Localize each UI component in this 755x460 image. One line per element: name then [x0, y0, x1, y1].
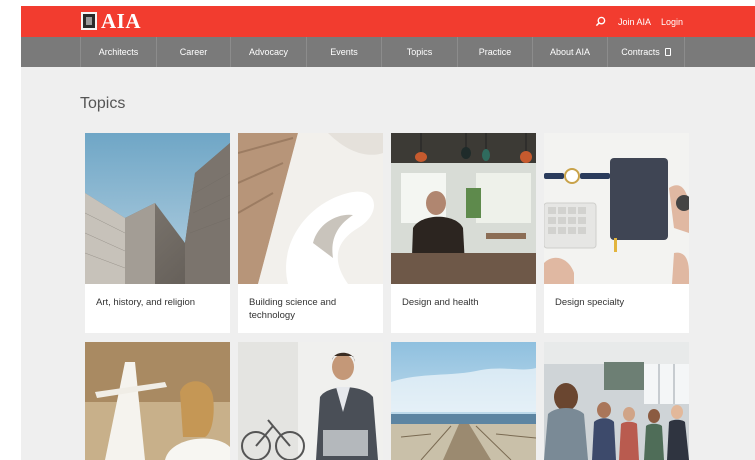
- topic-image-architecture-facade: [85, 133, 230, 284]
- nav-item-about-aia[interactable]: About AIA: [532, 37, 607, 67]
- nav-item-label: About AIA: [549, 47, 591, 57]
- topic-card-art-history-religion[interactable]: Art, history, and religion: [85, 133, 230, 333]
- top-actions: Join AIA Login: [594, 6, 683, 37]
- nav-item-label: Practice: [478, 47, 512, 57]
- nav-item-topics[interactable]: Topics: [381, 37, 457, 67]
- main-nav: Architects Career Advocacy Events Topics…: [21, 37, 755, 67]
- topic-image-classroom-students: [544, 342, 689, 460]
- topic-card-design-health[interactable]: Design and health: [391, 133, 536, 333]
- logo-text: AIA: [101, 8, 142, 33]
- top-bar: AIA Join AIA Login: [21, 6, 755, 37]
- aia-emblem-icon: [81, 12, 97, 30]
- topic-card-design-specialty[interactable]: Design specialty: [544, 133, 689, 333]
- topic-card-row2-1[interactable]: [85, 342, 230, 460]
- join-aia-link[interactable]: Join AIA: [618, 17, 651, 27]
- nav-item-label: Events: [330, 47, 358, 57]
- nav-item-contracts[interactable]: Contracts: [607, 37, 685, 67]
- page-title: Topics: [80, 95, 126, 112]
- topic-card-label: Art, history, and religion: [96, 297, 196, 308]
- browser-viewport: AIA Join AIA Login Architects Career Adv…: [21, 6, 755, 460]
- external-link-icon: [664, 48, 671, 56]
- topic-card-row2-3[interactable]: [391, 342, 536, 460]
- nav-item-label: Advocacy: [248, 47, 289, 57]
- nav-item-label: Career: [179, 47, 208, 57]
- topic-image-boardwalk-beach: [391, 342, 536, 460]
- topic-image-desk-notebook: [544, 133, 689, 284]
- topic-image-model-woman: [85, 342, 230, 460]
- nav-item-architects[interactable]: Architects: [80, 37, 156, 67]
- aia-logo[interactable]: AIA: [81, 8, 142, 33]
- nav-item-advocacy[interactable]: Advocacy: [230, 37, 306, 67]
- topic-card-row2-4[interactable]: [544, 342, 689, 460]
- topic-image-cafe-interior: [391, 133, 536, 284]
- topic-card-building-science[interactable]: Building science and technology: [238, 133, 383, 333]
- topic-card-label: Building science and technology: [249, 297, 337, 321]
- nav-item-practice[interactable]: Practice: [457, 37, 532, 67]
- topic-card-row2-2[interactable]: [238, 342, 383, 460]
- nav-item-label: Contracts: [621, 47, 660, 57]
- nav-item-career[interactable]: Career: [156, 37, 230, 67]
- nav-item-events[interactable]: Events: [306, 37, 381, 67]
- nav-item-label: Topics: [406, 47, 433, 57]
- search-icon[interactable]: [594, 15, 608, 29]
- login-link[interactable]: Login: [661, 17, 683, 27]
- topic-image-spiral-staircase: [238, 133, 383, 284]
- nav-item-label: Architects: [98, 47, 139, 57]
- topic-image-man-laptop: [238, 342, 383, 460]
- topic-card-label: Design specialty: [555, 297, 625, 308]
- topic-card-label: Design and health: [402, 297, 479, 308]
